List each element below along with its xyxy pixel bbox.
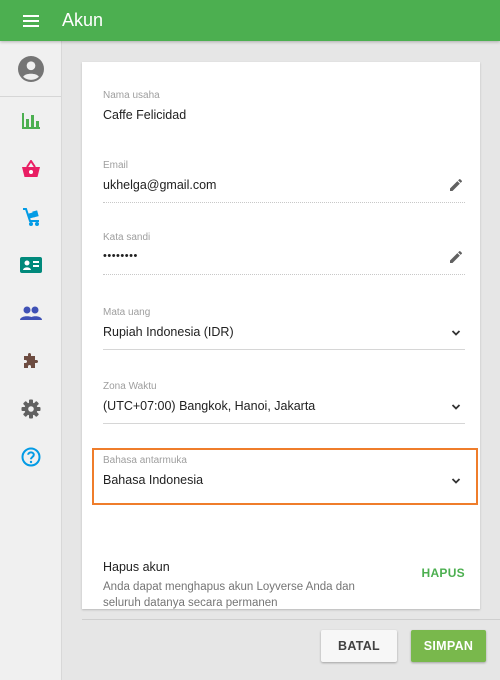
top-app-bar: Akun: [0, 0, 500, 41]
password-field[interactable]: Kata sandi ••••••••: [103, 232, 465, 288]
currency-select[interactable]: Mata uang Rupiah Indonesia (IDR): [103, 307, 465, 363]
gear-icon: [21, 399, 40, 419]
password-value: ••••••••: [103, 250, 138, 262]
sidebar-item-customers[interactable]: [0, 289, 61, 337]
edit-email-icon[interactable]: [447, 176, 465, 194]
help-icon: [21, 447, 40, 467]
delete-account-button[interactable]: HAPUS: [421, 566, 465, 580]
puzzle-icon: [23, 353, 38, 368]
edit-password-icon[interactable]: [447, 248, 465, 266]
password-label: Kata sandi: [103, 232, 151, 243]
sidebar-item-sales[interactable]: [0, 145, 61, 193]
main-content: Nama usaha Caffe Felicidad Email ukhelga…: [62, 41, 500, 680]
timezone-select[interactable]: Zona Waktu (UTC+07:00) Bangkok, Hanoi, J…: [103, 381, 465, 437]
page-title: Akun: [62, 10, 104, 30]
sidebar-item-reports[interactable]: [0, 97, 61, 145]
delete-account-title: Hapus akun: [103, 560, 170, 574]
basket-icon: [21, 160, 40, 177]
chevron-down-icon[interactable]: [449, 326, 463, 340]
hamburger-menu-icon[interactable]: [0, 0, 62, 41]
language-select[interactable]: Bahasa antarmuka Bahasa Indonesia: [103, 455, 465, 511]
timezone-underline: [103, 423, 465, 424]
email-underline: [103, 202, 465, 203]
sidebar-item-help[interactable]: [0, 433, 61, 481]
business-name-field[interactable]: Nama usaha Caffe Felicidad: [103, 90, 465, 146]
account-avatar-icon[interactable]: [0, 41, 61, 97]
sidebar-item-integrations[interactable]: [0, 337, 61, 385]
currency-label: Mata uang: [103, 307, 151, 318]
delete-account-description: Anda dapat menghapus akun Loyverse Anda …: [103, 581, 355, 609]
timezone-label: Zona Waktu: [103, 381, 157, 392]
currency-value[interactable]: Rupiah Indonesia (IDR): [103, 325, 234, 339]
business-name-label: Nama usaha: [103, 90, 160, 101]
sidebar-item-inventory[interactable]: [0, 193, 61, 241]
id-card-icon: [19, 257, 42, 273]
email-value: ukhelga@gmail.com: [103, 178, 217, 192]
cancel-button[interactable]: BATAL: [321, 630, 397, 662]
save-button[interactable]: SIMPAN: [411, 630, 486, 662]
timezone-value[interactable]: (UTC+07:00) Bangkok, Hanoi, Jakarta: [103, 399, 315, 413]
bar-chart-icon: [21, 113, 40, 129]
email-label: Email: [103, 160, 129, 171]
account-settings-card: Nama usaha Caffe Felicidad Email ukhelga…: [82, 62, 480, 609]
business-name-value[interactable]: Caffe Felicidad: [103, 108, 186, 122]
password-underline: [103, 274, 465, 275]
sidebar: [0, 41, 62, 680]
language-value[interactable]: Bahasa Indonesia: [103, 473, 203, 487]
sidebar-item-employees[interactable]: [0, 241, 61, 289]
cart-icon: [22, 208, 39, 226]
email-field[interactable]: Email ukhelga@gmail.com: [103, 160, 465, 216]
footer-divider: [82, 619, 500, 620]
chevron-down-icon[interactable]: [449, 474, 463, 488]
currency-underline: [103, 349, 465, 350]
chevron-down-icon[interactable]: [449, 400, 463, 414]
language-label: Bahasa antarmuka: [103, 455, 187, 466]
people-icon: [19, 306, 42, 320]
sidebar-item-settings[interactable]: [0, 385, 61, 433]
